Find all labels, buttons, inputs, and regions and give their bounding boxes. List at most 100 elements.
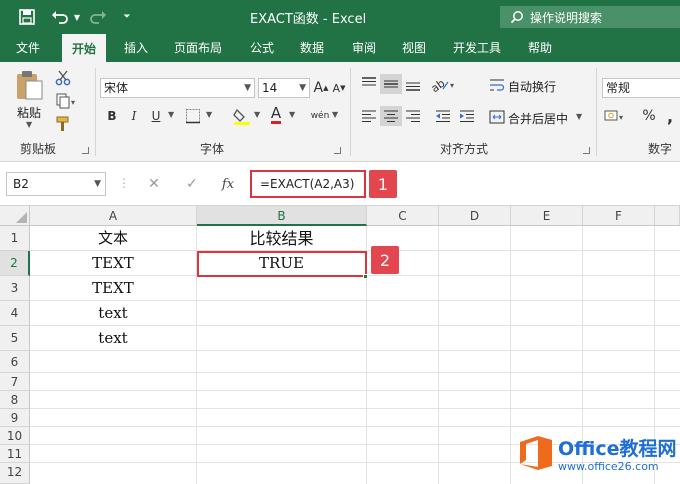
cell-a2[interactable]: TEXT bbox=[30, 251, 196, 276]
orientation-icon[interactable]: ab ▾ bbox=[428, 74, 460, 94]
select-all-corner[interactable] bbox=[0, 206, 30, 226]
borders-dropdown-icon[interactable]: ▼ bbox=[206, 110, 212, 119]
column-header-b[interactable]: B bbox=[197, 206, 367, 226]
merge-center-icon[interactable] bbox=[488, 108, 506, 126]
font-size-select[interactable]: 14 ▼ bbox=[258, 78, 310, 98]
customize-qat-icon[interactable]: ⏷ bbox=[120, 6, 134, 28]
svg-text:▾: ▾ bbox=[71, 98, 75, 107]
merge-dropdown-icon[interactable]: ▼ bbox=[576, 112, 582, 121]
save-icon[interactable] bbox=[16, 6, 38, 28]
borders-icon[interactable] bbox=[180, 106, 206, 126]
tab-data[interactable]: 数据 bbox=[300, 39, 324, 56]
row-header-7[interactable]: 7 bbox=[0, 373, 30, 391]
format-painter-icon[interactable] bbox=[52, 114, 74, 134]
font-launcher-icon[interactable] bbox=[334, 147, 341, 154]
fill-color-dropdown-icon[interactable]: ▼ bbox=[254, 110, 260, 119]
tab-developer[interactable]: 开发工具 bbox=[453, 39, 501, 56]
column-header-a[interactable]: A bbox=[30, 206, 197, 226]
tell-me-search[interactable]: 操作说明搜索 bbox=[500, 6, 680, 28]
redo-icon[interactable] bbox=[86, 6, 110, 28]
align-left-icon[interactable] bbox=[358, 106, 380, 126]
row-header-1[interactable]: 1 bbox=[0, 226, 30, 251]
align-center-icon[interactable] bbox=[380, 106, 402, 126]
tab-formulas[interactable]: 公式 bbox=[250, 39, 274, 56]
tab-view[interactable]: 视图 bbox=[402, 39, 426, 56]
underline-button[interactable]: U bbox=[146, 106, 166, 126]
decrease-indent-icon[interactable] bbox=[432, 106, 454, 126]
wrap-text-icon[interactable] bbox=[488, 76, 506, 94]
paste-label[interactable]: 粘贴 bbox=[17, 104, 41, 121]
row-header-2[interactable]: 2 bbox=[0, 251, 30, 276]
svg-text:ab: ab bbox=[431, 77, 447, 92]
align-right-icon[interactable] bbox=[402, 106, 424, 126]
column-header-f[interactable]: F bbox=[583, 206, 655, 226]
copy-icon[interactable]: ▾ bbox=[52, 91, 82, 111]
font-color-dropdown-icon[interactable]: ▼ bbox=[289, 110, 295, 119]
top-align-icon[interactable] bbox=[358, 74, 380, 94]
enter-icon[interactable]: ✓ bbox=[182, 174, 202, 194]
cancel-icon[interactable]: ✕ bbox=[144, 174, 164, 194]
name-box[interactable]: B2 ▼ bbox=[6, 172, 106, 196]
tab-help[interactable]: 帮助 bbox=[528, 39, 552, 56]
tab-home[interactable]: 开始 bbox=[62, 34, 107, 62]
column-header-c[interactable]: C bbox=[367, 206, 439, 226]
row-header-6[interactable]: 6 bbox=[0, 351, 30, 373]
cell-a3[interactable]: TEXT bbox=[30, 276, 196, 301]
row-header-9[interactable]: 9 bbox=[0, 409, 30, 427]
underline-dropdown-icon[interactable]: ▼ bbox=[168, 110, 174, 119]
comma-style-button[interactable]: , bbox=[662, 106, 678, 126]
italic-button[interactable]: I bbox=[124, 106, 144, 126]
row-header-5[interactable]: 5 bbox=[0, 326, 30, 351]
cell-a1[interactable]: 文本 bbox=[30, 226, 196, 251]
clipboard-launcher-icon[interactable] bbox=[82, 147, 89, 154]
row-header-3[interactable]: 3 bbox=[0, 276, 30, 301]
font-group-label: 字体 bbox=[200, 142, 225, 156]
tab-review[interactable]: 审阅 bbox=[352, 39, 376, 56]
merge-center-button[interactable]: 合并后居中 bbox=[508, 110, 568, 127]
excel-window: ▼ ⏷ EXACT函数 - Excel 操作说明搜索 文件 开始 插入 页面布局… bbox=[0, 0, 680, 484]
chevron-down-icon: ▼ bbox=[244, 83, 251, 93]
column-header-g[interactable] bbox=[655, 206, 680, 226]
tab-page-layout[interactable]: 页面布局 bbox=[174, 39, 222, 56]
column-header-e[interactable]: E bbox=[511, 206, 583, 226]
group-separator bbox=[95, 68, 96, 156]
insert-function-button[interactable]: fx bbox=[218, 174, 238, 194]
increase-font-size-icon[interactable]: A ▲ bbox=[313, 78, 329, 98]
percent-style-button[interactable]: % bbox=[640, 106, 658, 126]
cut-icon[interactable] bbox=[52, 68, 74, 88]
tab-file[interactable]: 文件 bbox=[16, 39, 40, 56]
row-header-12[interactable]: 12 bbox=[0, 463, 30, 484]
tab-insert[interactable]: 插入 bbox=[124, 39, 148, 56]
phonetic-guide-icon[interactable]: wén bbox=[308, 106, 332, 126]
formula-bar-grip-icon: ⋮ bbox=[118, 176, 130, 190]
fill-color-icon[interactable] bbox=[230, 106, 254, 126]
accounting-format-icon[interactable]: ▾ bbox=[602, 106, 628, 126]
column-header-d[interactable]: D bbox=[439, 206, 511, 226]
paste-dropdown-icon[interactable]: ▼ bbox=[26, 120, 32, 129]
fill-handle[interactable] bbox=[363, 274, 368, 279]
middle-align-icon[interactable] bbox=[380, 74, 402, 94]
cell-a4[interactable]: text bbox=[30, 301, 196, 326]
wrap-text-button[interactable]: 自动换行 bbox=[508, 78, 556, 95]
paste-icon[interactable] bbox=[12, 68, 46, 102]
watermark: Office教程网 www.office26.com bbox=[510, 430, 680, 484]
alignment-group-label: 对齐方式 bbox=[440, 142, 489, 156]
row-header-8[interactable]: 8 bbox=[0, 391, 30, 409]
alignment-launcher-icon[interactable] bbox=[583, 147, 590, 154]
formula-input[interactable]: =EXACT(A2,A3) bbox=[250, 170, 366, 198]
cell-b1[interactable]: 比较结果 bbox=[197, 226, 366, 251]
decrease-font-size-icon[interactable]: A ▼ bbox=[331, 78, 347, 98]
undo-icon[interactable] bbox=[48, 6, 72, 28]
increase-indent-icon[interactable] bbox=[456, 106, 478, 126]
undo-dropdown-icon[interactable]: ▼ bbox=[72, 6, 82, 28]
phonetic-dropdown-icon[interactable]: ▼ bbox=[332, 110, 338, 119]
bold-button[interactable]: B bbox=[102, 106, 122, 126]
bottom-align-icon[interactable] bbox=[402, 74, 424, 94]
font-color-icon[interactable]: A bbox=[266, 104, 286, 124]
number-format-select[interactable]: 常规 bbox=[602, 78, 680, 98]
row-header-10[interactable]: 10 bbox=[0, 427, 30, 445]
cell-a5[interactable]: text bbox=[30, 326, 196, 351]
row-header-11[interactable]: 11 bbox=[0, 445, 30, 463]
row-header-4[interactable]: 4 bbox=[0, 301, 30, 326]
font-name-select[interactable]: 宋体 ▼ bbox=[100, 78, 255, 98]
